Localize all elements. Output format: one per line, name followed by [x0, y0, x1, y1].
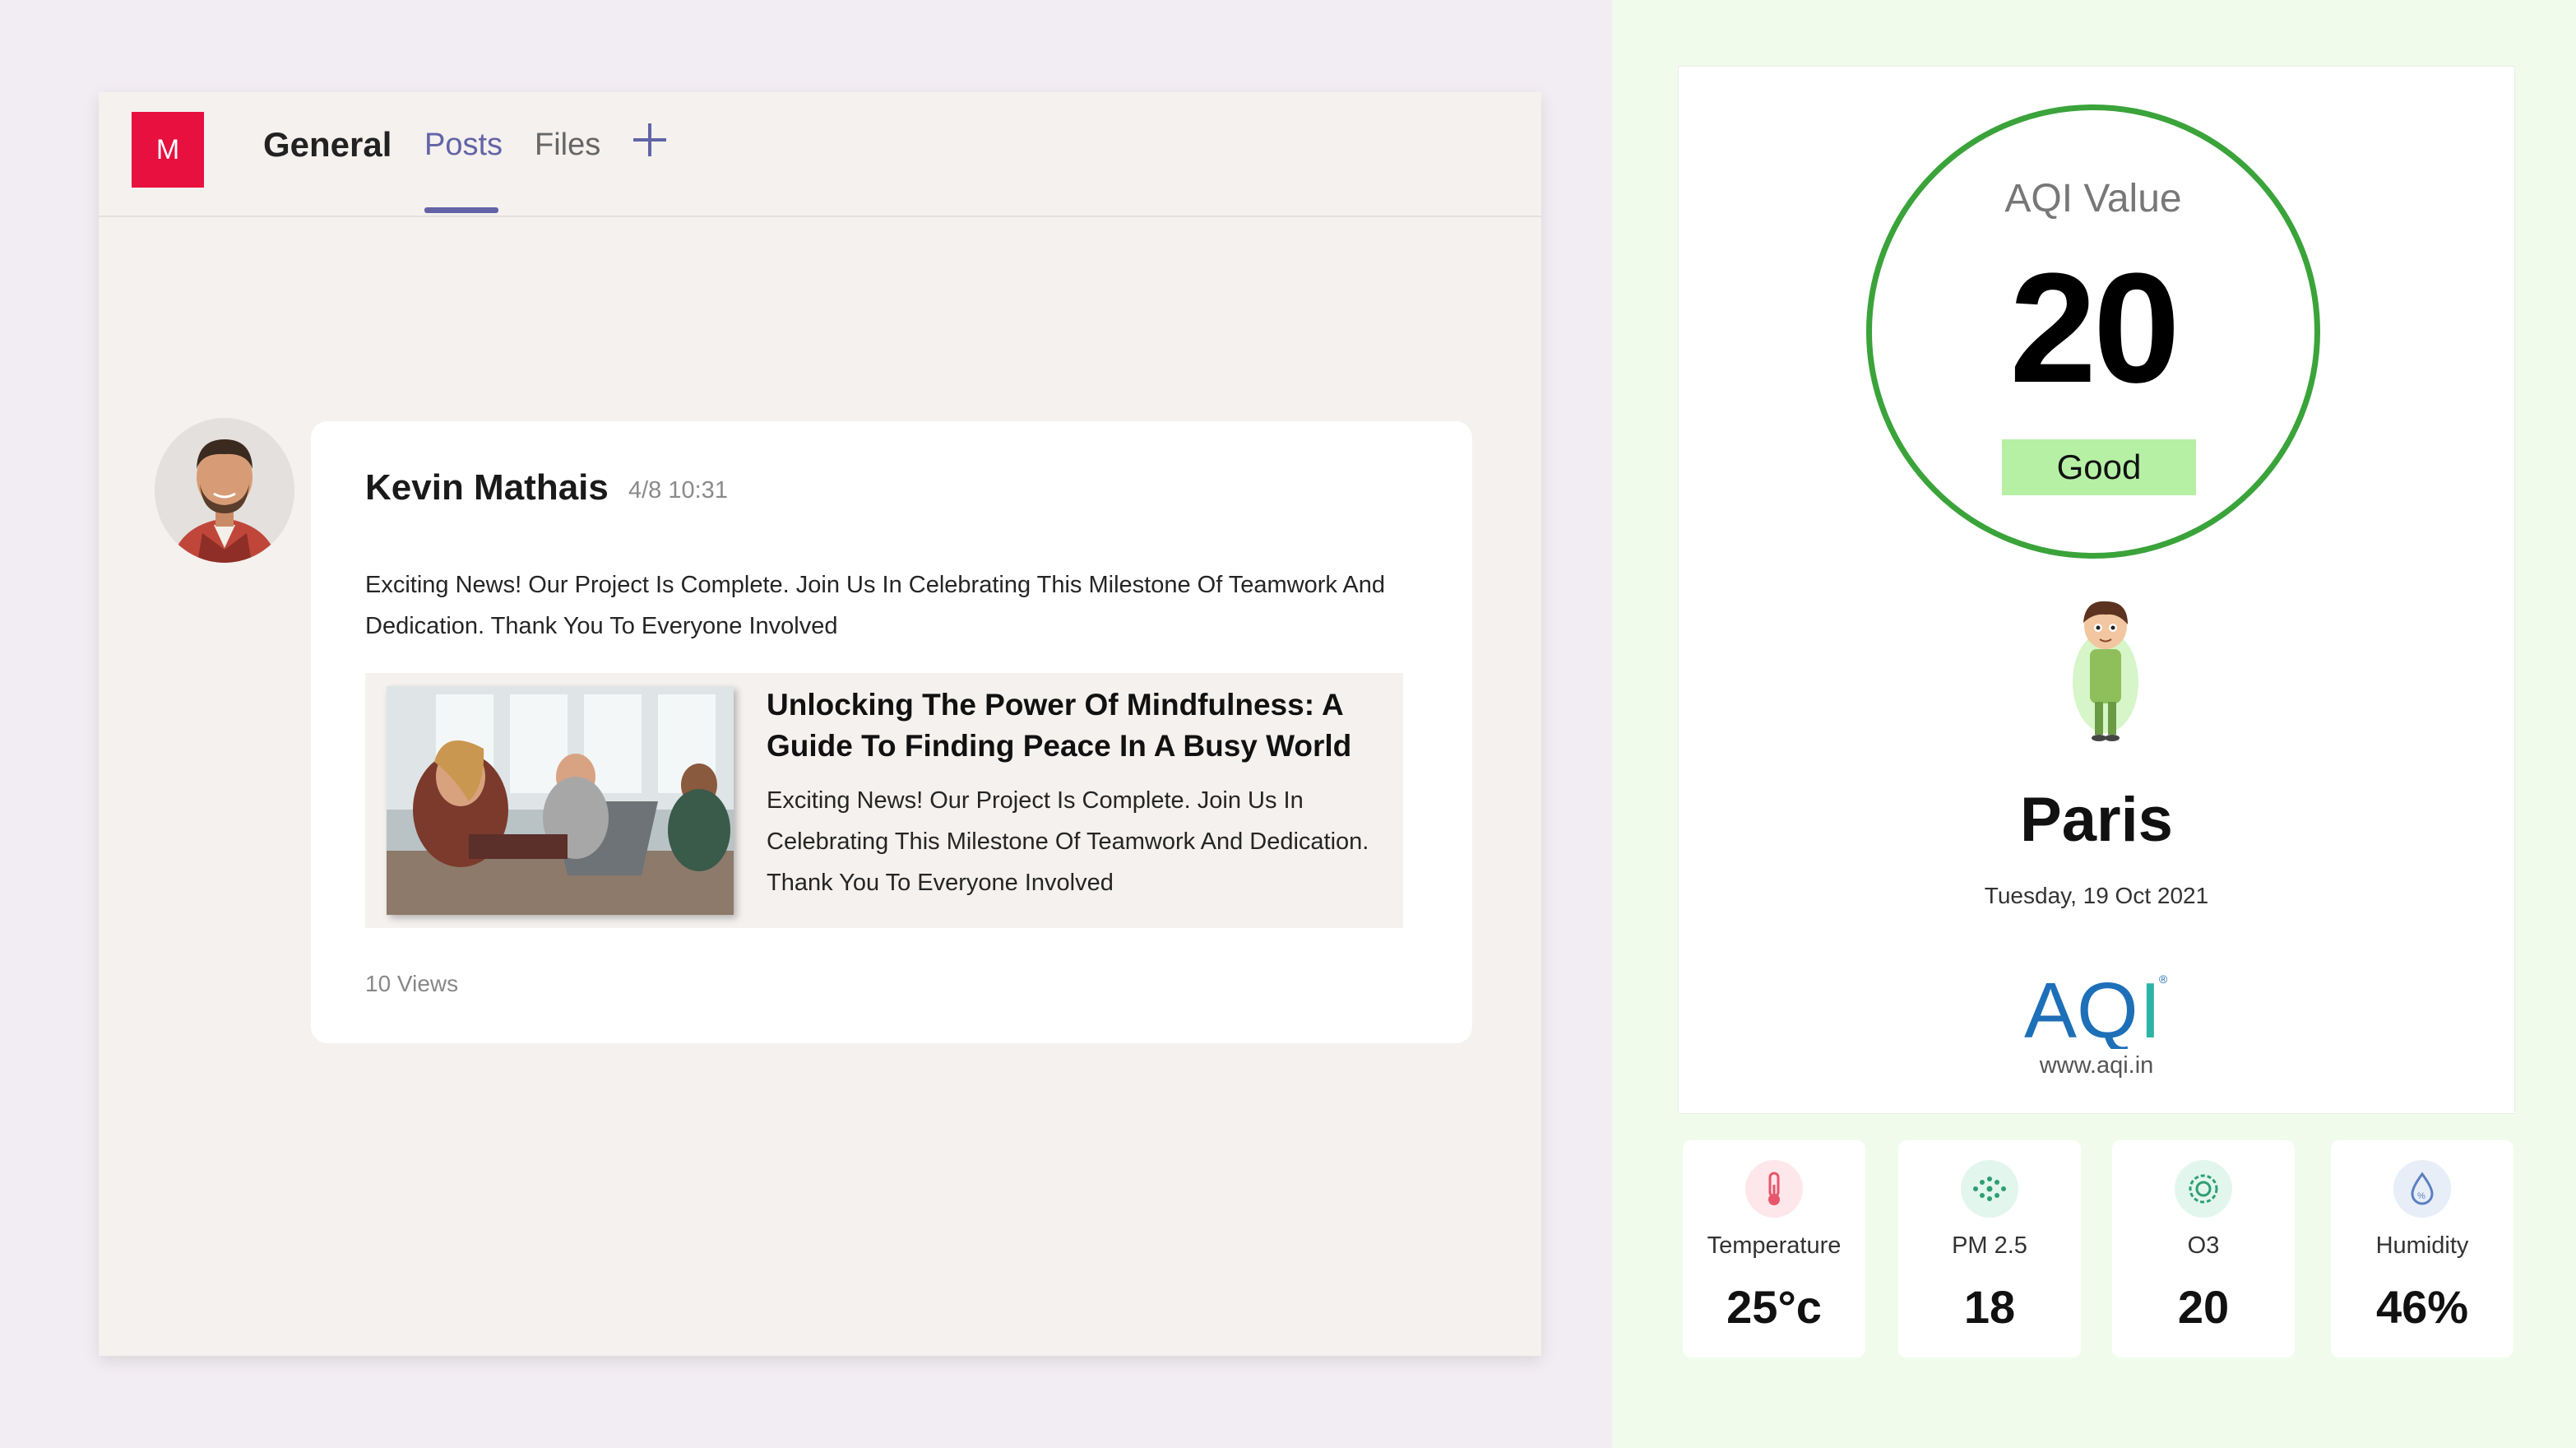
channel-panel: M General Posts Files Kevin Mathais 4/8 … [99, 92, 1541, 1356]
metric-value: 46% [2375, 1281, 2469, 1333]
metric-value: 25°c [1726, 1281, 1822, 1333]
post-timestamp: 4/8 10:31 [628, 477, 728, 504]
tab-files[interactable]: Files [535, 128, 600, 163]
link-preview-card[interactable]: Unlocking The Power Of Mindfulness: A Gu… [365, 673, 1403, 928]
aqi-card: AQI Value 20 Good Paris Tuesday, 19 Oct … [1678, 66, 2515, 1114]
thermometer-icon [1745, 1160, 1803, 1218]
humidity-icon: % [2393, 1160, 2451, 1218]
link-preview-title[interactable]: Unlocking The Power Of Mindfulness: A Gu… [767, 685, 1375, 767]
view-count: 10 Views [365, 971, 459, 996]
post-author[interactable]: Kevin Mathais [365, 467, 609, 508]
metric-name: Temperature [1707, 1232, 1842, 1259]
active-tab-indicator [424, 207, 498, 213]
post-card: Kevin Mathais 4/8 10:31 Exciting News! O… [311, 421, 1472, 1043]
author-avatar[interactable] [155, 418, 294, 563]
svg-text:AQ: AQ [2024, 967, 2138, 1049]
metric-pm25: PM 2.5 18 [1898, 1140, 2081, 1358]
ozone-icon [2175, 1160, 2232, 1218]
aqi-logo: AQ I ® [2024, 967, 2168, 1049]
metric-value: 20 [2177, 1281, 2230, 1333]
particles-icon [1961, 1160, 2018, 1218]
city-name: Paris [2020, 785, 2173, 855]
post-body: Exciting News! Our Project Is Complete. … [365, 572, 1385, 639]
link-preview-image[interactable] [387, 686, 734, 915]
metric-value: 18 [1963, 1281, 2016, 1333]
metric-temperature: Temperature 25°c [1683, 1140, 1865, 1358]
channel-header: M General Posts Files [99, 92, 1541, 217]
aqi-value: 20 [2009, 241, 2180, 415]
channel-title: General [263, 125, 392, 164]
aqi-label: AQI Value [2004, 177, 2182, 220]
svg-text:®: ® [2159, 972, 2168, 986]
link-preview-description: Exciting News! Our Project Is Complete. … [767, 787, 1369, 896]
team-avatar[interactable]: M [132, 112, 204, 188]
metric-name: Humidity [2375, 1232, 2469, 1259]
aqi-website[interactable]: www.aqi.in [1679, 1052, 2514, 1079]
svg-text:%: % [2417, 1191, 2425, 1201]
aqi-gauge-ring: AQI Value 20 Good [1866, 104, 2320, 559]
metric-humidity: % Humidity 46% [2331, 1140, 2513, 1358]
svg-text:I: I [2139, 967, 2161, 1049]
aqi-status-badge: Good [2002, 439, 2196, 495]
tab-posts[interactable]: Posts [424, 128, 503, 163]
metric-o3: O3 20 [2112, 1140, 2295, 1358]
mascot-icon [2073, 601, 2138, 741]
add-tab-icon[interactable] [625, 115, 674, 165]
metric-name: O3 [2187, 1232, 2220, 1259]
aqi-date: Tuesday, 19 Oct 2021 [1984, 883, 2209, 908]
metric-name: PM 2.5 [1952, 1232, 2027, 1259]
